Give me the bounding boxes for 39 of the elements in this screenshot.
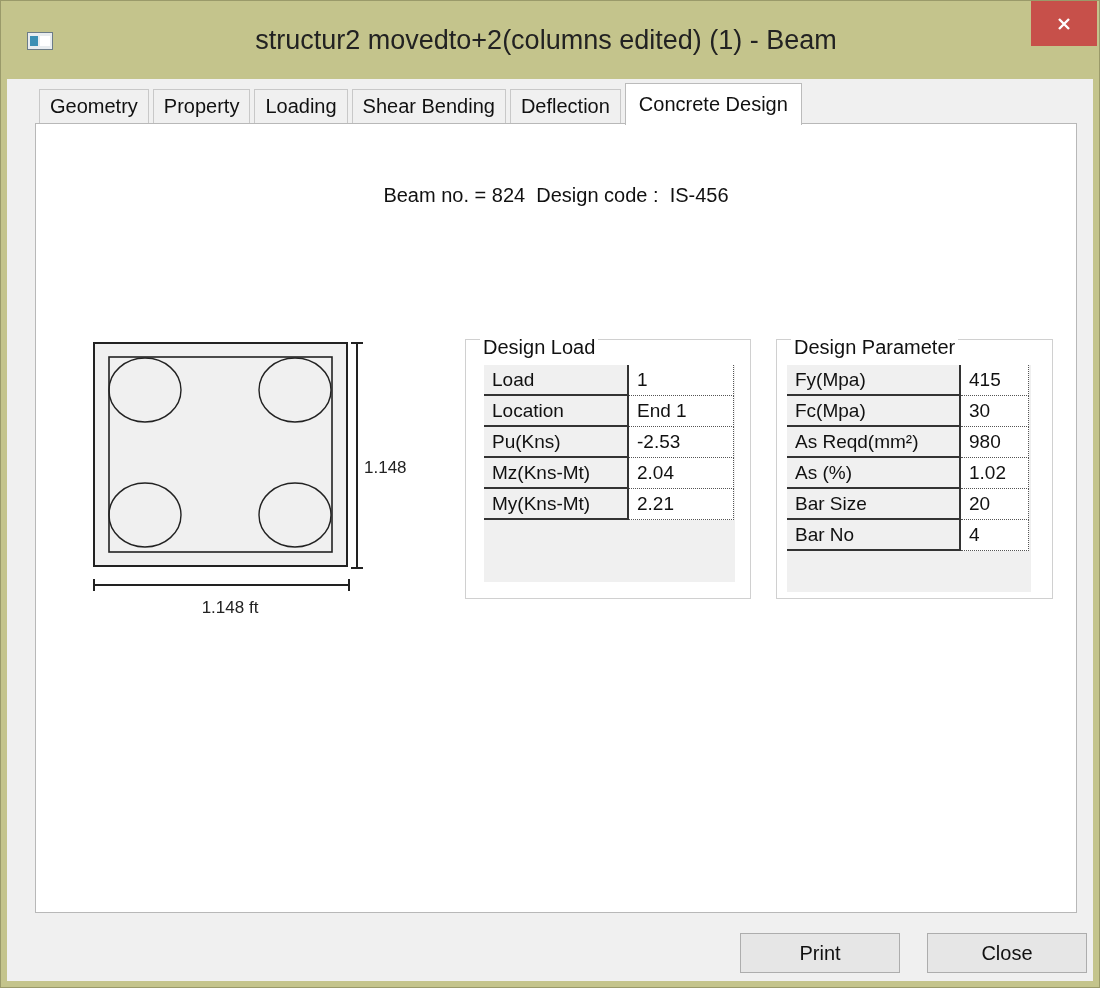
table-cell: 980 <box>961 427 1029 458</box>
window-icon <box>27 32 53 50</box>
table-cell: Pu(Kns) <box>484 427 629 458</box>
close-button[interactable] <box>1031 1 1097 46</box>
tab[interactable]: Deflection <box>509 89 621 123</box>
table-cell: 4 <box>961 520 1029 551</box>
table-cell: 1 <box>629 365 734 396</box>
group-title: Design Parameter <box>791 336 959 359</box>
table-cell: Mz(Kns-Mt) <box>484 458 629 489</box>
table-cell: Location <box>484 396 629 427</box>
table-cell: 415 <box>961 365 1029 396</box>
tab[interactable]: Property <box>152 89 251 123</box>
window-title: structur2 movedto+2(columns edited) (1) - Beam <box>254 25 838 56</box>
table-cell: 30 <box>961 396 1029 427</box>
table-cell: My(Kns-Mt) <box>484 489 629 520</box>
tab[interactable]: Concrete Design <box>624 83 802 125</box>
table-cell: 2.21 <box>629 489 734 520</box>
table-cell: 20 <box>961 489 1029 520</box>
table-cell: End 1 <box>629 396 734 427</box>
tab[interactable]: Shear Bending <box>351 89 506 123</box>
table-cell: Bar No <box>787 520 961 551</box>
dimension-label: 1.148 <box>364 458 407 477</box>
table-cell: Fy(Mpa) <box>787 365 961 396</box>
table-cell: As (%) <box>787 458 961 489</box>
table-cell: Bar Size <box>787 489 961 520</box>
group-title: Design Load <box>480 336 599 359</box>
close-icon <box>1057 16 1071 31</box>
table-cell: Fc(Mpa) <box>787 396 961 427</box>
dialog-button[interactable]: Close <box>927 933 1087 973</box>
beam-info-text: Beam no. = 824 Design code : IS-456 <box>383 184 729 207</box>
dimension-label: 1.148 ft <box>201 598 259 617</box>
table-cell: 2.04 <box>629 458 734 489</box>
table-cell: As Reqd(mm²) <box>787 427 961 458</box>
tab[interactable]: Geometry <box>39 89 149 123</box>
table-cell: 1.02 <box>961 458 1029 489</box>
table-cell: -2.53 <box>629 427 734 458</box>
dialog-button[interactable]: Print <box>740 933 900 973</box>
tab[interactable]: Loading <box>254 89 348 123</box>
table-cell: Load <box>484 365 629 396</box>
